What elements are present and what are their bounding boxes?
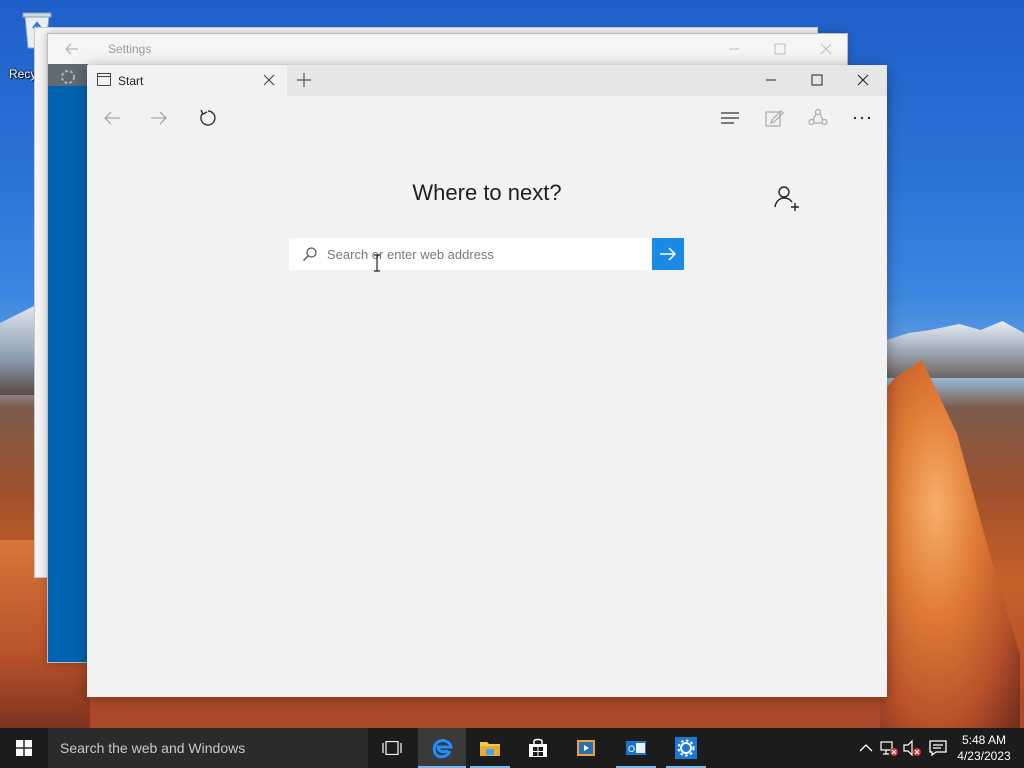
share-button[interactable] [803, 104, 833, 132]
web-note-button[interactable] [759, 104, 789, 132]
more-button[interactable] [847, 104, 877, 132]
folder-icon [480, 742, 500, 756]
arrow-right-icon [151, 111, 167, 125]
close-button[interactable] [840, 65, 886, 96]
search-go-button[interactable] [652, 238, 684, 270]
hub-button[interactable] [715, 104, 745, 132]
minimize-button[interactable] [748, 65, 794, 96]
clock-time: 5:48 AM [961, 733, 1007, 747]
refresh-button[interactable] [193, 104, 223, 132]
taskbar-search-box[interactable]: Search the web and Windows [48, 728, 368, 768]
store-icon [529, 738, 547, 757]
maximize-button[interactable] [770, 39, 790, 59]
edge-icon [432, 739, 453, 759]
taskbar-app-outlook[interactable]: O [612, 728, 660, 768]
search-box[interactable] [289, 238, 651, 270]
start-button[interactable] [0, 728, 48, 768]
taskbar-app-file-explorer[interactable] [466, 728, 514, 768]
close-button[interactable] [816, 39, 836, 59]
taskbar-app-settings[interactable] [662, 728, 710, 768]
text-cursor-icon [373, 254, 381, 272]
mail-icon: O [626, 741, 646, 755]
settings-sidebar [48, 64, 88, 662]
wallpaper-rock-arch [880, 360, 1020, 728]
minimize-button[interactable] [724, 39, 744, 59]
recycle-bin-label: Recy [9, 67, 37, 81]
settings-title: Settings [108, 42, 152, 56]
media-player-icon [577, 740, 595, 756]
taskbar-app-media-player[interactable] [562, 728, 610, 768]
taskbar-app-edge[interactable] [418, 728, 466, 768]
system-clock[interactable]: 5:48 AM 4/23/2023 [952, 732, 1016, 764]
hub-icon [721, 112, 739, 124]
edge-window[interactable]: Start Where to next? Search or enter web… [87, 65, 887, 697]
page-title: Where to next? [412, 180, 562, 205]
action-center-icon[interactable] [928, 738, 948, 758]
wallpaper-mountain-right [880, 321, 1024, 378]
refresh-icon [200, 109, 216, 126]
share-icon [808, 108, 828, 126]
tab-start[interactable]: Start [87, 65, 287, 96]
new-tab-button[interactable] [295, 71, 313, 89]
volume-muted-icon[interactable] [902, 738, 922, 758]
taskbar-app-store[interactable] [514, 728, 562, 768]
tab-title: Start [118, 74, 144, 88]
search-icon [302, 246, 318, 262]
chevron-up-icon[interactable] [856, 738, 876, 758]
add-person-icon[interactable] [772, 183, 802, 213]
more-icon [853, 116, 871, 120]
arrow-left-icon [104, 111, 120, 125]
settings-gear-icon [675, 737, 697, 759]
start-page: Where to next? [87, 140, 887, 697]
arrow-right-icon [660, 247, 677, 261]
windows-logo-icon [16, 740, 32, 756]
back-arrow-icon[interactable] [63, 40, 81, 58]
maximize-button[interactable] [794, 65, 840, 96]
settings-gear-strip [48, 64, 88, 86]
svg-text:O: O [628, 744, 635, 754]
page-icon [97, 73, 111, 86]
forward-button[interactable] [144, 104, 174, 132]
clock-date: 4/23/2023 [957, 749, 1011, 763]
tab-strip: Start [87, 65, 887, 96]
taskbar-search-text: Search the web and Windows [60, 740, 246, 756]
task-view-icon [382, 741, 402, 755]
navigation-toolbar [87, 96, 887, 140]
back-button[interactable] [97, 104, 127, 132]
taskbar: Search the web and Windows O 5:48 AM 4/2… [0, 728, 1024, 768]
task-view-button[interactable] [370, 728, 414, 768]
web-note-icon [765, 110, 784, 127]
settings-titlebar[interactable]: Settings [48, 34, 847, 64]
network-disconnected-icon[interactable] [879, 738, 899, 758]
tab-close-icon[interactable] [261, 72, 277, 88]
